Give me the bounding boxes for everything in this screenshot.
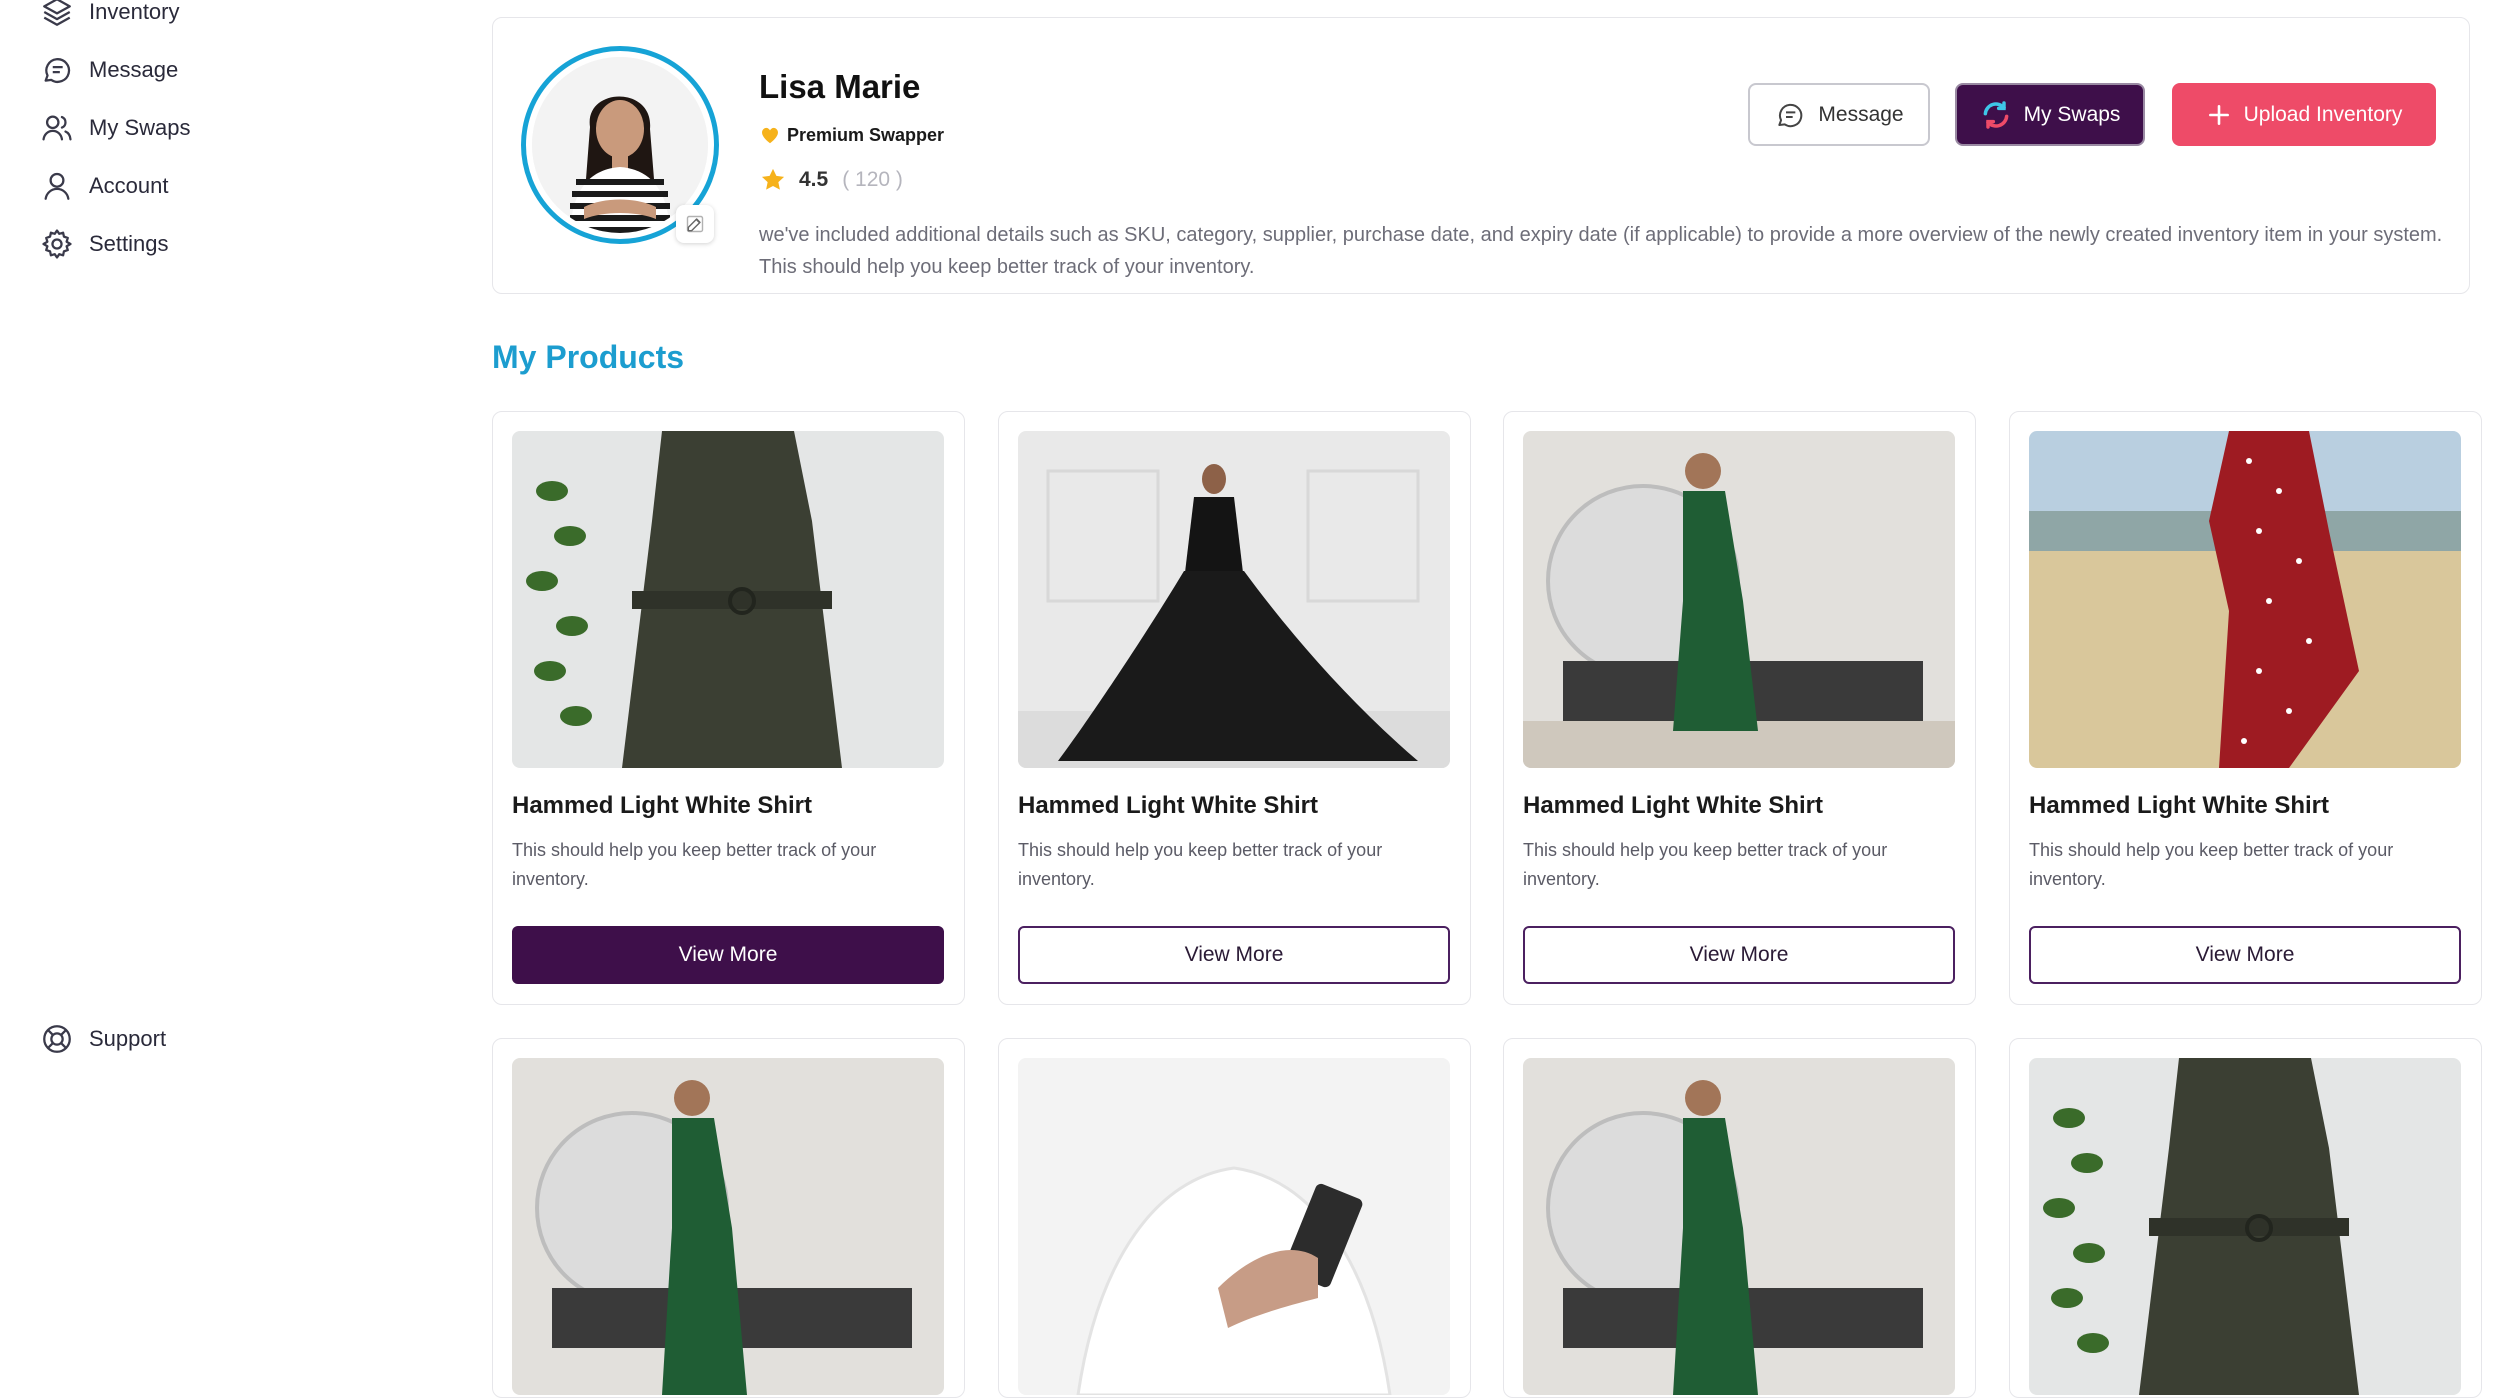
sidebar-item-label: My Swaps bbox=[89, 115, 191, 140]
product-card bbox=[1503, 1038, 1976, 1398]
gear-icon bbox=[42, 229, 72, 259]
star-icon bbox=[761, 168, 785, 190]
sidebar-item-label: Message bbox=[89, 57, 179, 82]
product-image[interactable] bbox=[1523, 431, 1955, 768]
product-image[interactable] bbox=[512, 431, 944, 768]
product-title: Hammed Light White Shirt bbox=[512, 792, 812, 819]
product-card: Hammed Light White Shirt This should hel… bbox=[2009, 411, 2482, 1005]
product-description: This should help you keep better track o… bbox=[1018, 840, 1383, 889]
product-image[interactable] bbox=[1523, 1058, 1955, 1395]
sidebar-item-label: Support bbox=[89, 1026, 167, 1051]
product-card: Hammed Light White Shirt This should hel… bbox=[998, 411, 1471, 1005]
my-swaps-button[interactable]: My Swaps bbox=[1955, 83, 2145, 146]
product-image[interactable] bbox=[1018, 431, 1450, 768]
product-description: This should help you keep better track o… bbox=[1523, 840, 1888, 889]
rating-value: 4.5 bbox=[799, 168, 829, 191]
edit-avatar-button[interactable] bbox=[676, 205, 714, 243]
product-card bbox=[2009, 1038, 2482, 1398]
product-description: This should help you keep better track o… bbox=[512, 840, 877, 889]
sidebar-item-label: Account bbox=[89, 173, 169, 198]
product-image[interactable] bbox=[512, 1058, 944, 1395]
profile-bio: we've included additional details such a… bbox=[759, 224, 2443, 278]
sidebar-item-support[interactable]: Support bbox=[40, 1019, 166, 1059]
my-swaps-button-label: My Swaps bbox=[2023, 102, 2121, 126]
product-card: Hammed Light White Shirt This should hel… bbox=[492, 411, 965, 1005]
products-section-title: My Products bbox=[492, 339, 685, 375]
sidebar: Inventory Message My Swaps Account Setti… bbox=[0, 0, 460, 1368]
premium-badge: Premium Swapper bbox=[759, 124, 944, 146]
product-image[interactable] bbox=[2029, 431, 2461, 768]
product-description: This should help you keep better track o… bbox=[2029, 840, 2394, 889]
lifebuoy-icon bbox=[43, 1025, 71, 1053]
view-more-button[interactable]: View More bbox=[512, 926, 944, 984]
product-image[interactable] bbox=[1018, 1058, 1450, 1395]
sidebar-item-settings[interactable]: Settings bbox=[40, 224, 169, 264]
product-title: Hammed Light White Shirt bbox=[1523, 792, 1823, 819]
product-title: Hammed Light White Shirt bbox=[2029, 792, 2329, 819]
user-icon bbox=[44, 172, 70, 200]
profile-card: Lisa Marie Premium Swapper 4.5 ( 120 ) w… bbox=[492, 17, 2470, 294]
message-button[interactable]: Message bbox=[1748, 83, 1930, 146]
rating-count: ( 120 ) bbox=[842, 168, 903, 191]
profile-name: Lisa Marie bbox=[759, 68, 921, 105]
swap-icon bbox=[1983, 100, 2008, 129]
product-card: Hammed Light White Shirt This should hel… bbox=[1503, 411, 1976, 1005]
rating: 4.5 ( 120 ) bbox=[759, 166, 903, 194]
sidebar-item-inventory[interactable]: Inventory bbox=[40, 0, 180, 32]
plus-icon bbox=[2208, 104, 2229, 125]
sidebar-item-label: Settings bbox=[89, 231, 169, 256]
upload-inventory-button[interactable]: Upload Inventory bbox=[2172, 83, 2436, 146]
sidebar-item-my-swaps[interactable]: My Swaps bbox=[40, 108, 190, 148]
message-button-label: Message bbox=[1818, 102, 1904, 126]
product-title: Hammed Light White Shirt bbox=[1018, 792, 1318, 819]
product-image[interactable] bbox=[2029, 1058, 2461, 1395]
sidebar-item-account[interactable]: Account bbox=[40, 166, 169, 206]
product-card bbox=[998, 1038, 1471, 1398]
chat-icon bbox=[44, 58, 71, 83]
sidebar-item-message[interactable]: Message bbox=[40, 50, 178, 90]
product-card bbox=[492, 1038, 965, 1398]
view-more-button[interactable]: View More bbox=[1523, 926, 1955, 984]
view-more-button[interactable]: View More bbox=[2029, 926, 2461, 984]
main-content: Lisa Marie Premium Swapper 4.5 ( 120 ) w… bbox=[492, 0, 2482, 1398]
chat-icon bbox=[1778, 103, 1803, 127]
users-icon bbox=[42, 115, 72, 141]
view-more-button[interactable]: View More bbox=[1018, 926, 1450, 984]
badge-label: Premium Swapper bbox=[787, 124, 945, 145]
edit-icon bbox=[686, 215, 704, 233]
layers-icon bbox=[43, 0, 71, 26]
heart-badge-icon bbox=[762, 127, 778, 144]
upload-inventory-button-label: Upload Inventory bbox=[2243, 102, 2403, 126]
sidebar-item-label: Inventory bbox=[89, 0, 180, 24]
